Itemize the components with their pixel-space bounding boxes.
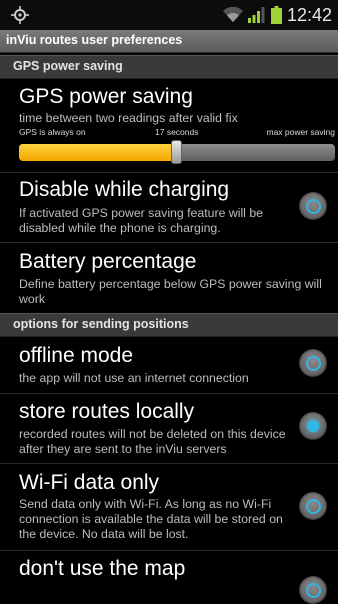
status-bar: 12:42 <box>0 0 338 30</box>
pref-battery-percentage[interactable]: Battery percentage Define battery percen… <box>0 242 338 314</box>
gps-icon <box>11 6 29 24</box>
pref-title: Disable while charging <box>19 178 230 201</box>
signal-icon <box>247 7 265 23</box>
section-header-sending: options for sending positions <box>0 313 338 337</box>
slider-labels: GPS is always on 17 seconds max power sa… <box>19 127 335 139</box>
battery-icon <box>270 6 282 24</box>
slider-max-label: max power saving <box>266 127 335 137</box>
pref-dont-use-map[interactable]: don't use the map <box>0 550 338 604</box>
checkbox-off-indicator <box>306 583 321 598</box>
store-routes-locally-checkbox[interactable] <box>299 412 327 440</box>
pref-title: Battery percentage <box>19 250 197 273</box>
app-title: inViu routes user preferences <box>6 33 183 47</box>
pref-title: GPS power saving <box>19 85 193 108</box>
checkbox-on-indicator <box>307 420 319 432</box>
clock: 12:42 <box>286 4 332 25</box>
pref-summary: If activated GPS power saving feature wi… <box>19 206 264 235</box>
pref-title: Wi-Fi data only <box>19 471 160 494</box>
checkbox-off-indicator <box>306 499 321 514</box>
offline-mode-checkbox[interactable] <box>299 349 327 377</box>
pref-disable-while-charging[interactable]: Disable while charging If activated GPS … <box>0 172 338 243</box>
section-header-gps: GPS power saving <box>0 55 338 79</box>
slider-fill <box>19 144 177 161</box>
app-title-bar: inViu routes user preferences <box>0 30 338 53</box>
checkbox-off-indicator <box>306 199 321 214</box>
pref-title: store routes locally <box>19 400 195 423</box>
dont-use-map-checkbox[interactable] <box>299 576 327 604</box>
pref-summary: Define battery percentage below GPS powe… <box>19 277 322 306</box>
pref-summary: recorded routes will not be deleted on t… <box>19 427 286 456</box>
checkbox-off-indicator <box>306 356 321 371</box>
section-header-label: options for sending positions <box>13 317 189 331</box>
pref-summary: time between two readings after valid fi… <box>19 111 238 125</box>
wifi-icon <box>222 7 243 22</box>
pref-title: don't use the map <box>19 557 186 580</box>
pref-offline-mode[interactable]: offline mode the app will not use an int… <box>0 337 338 394</box>
slider-value-label: 17 seconds <box>155 127 199 137</box>
slider-thumb[interactable] <box>171 140 182 164</box>
pref-store-routes-locally[interactable]: store routes locally recorded routes wil… <box>0 393 338 464</box>
gps-interval-slider[interactable] <box>19 140 335 164</box>
pref-wifi-data-only[interactable]: Wi-Fi data only Send data only with Wi-F… <box>0 463 338 551</box>
wifi-data-only-checkbox[interactable] <box>299 492 327 520</box>
section-header-label: GPS power saving <box>13 59 123 73</box>
slider-min-label: GPS is always on <box>19 127 86 137</box>
pref-summary: Send data only with Wi-Fi. As long as no… <box>19 497 283 541</box>
pref-summary: the app will not use an internet connect… <box>19 371 249 385</box>
disable-while-charging-checkbox[interactable] <box>299 192 327 220</box>
pref-title: offline mode <box>19 344 134 367</box>
